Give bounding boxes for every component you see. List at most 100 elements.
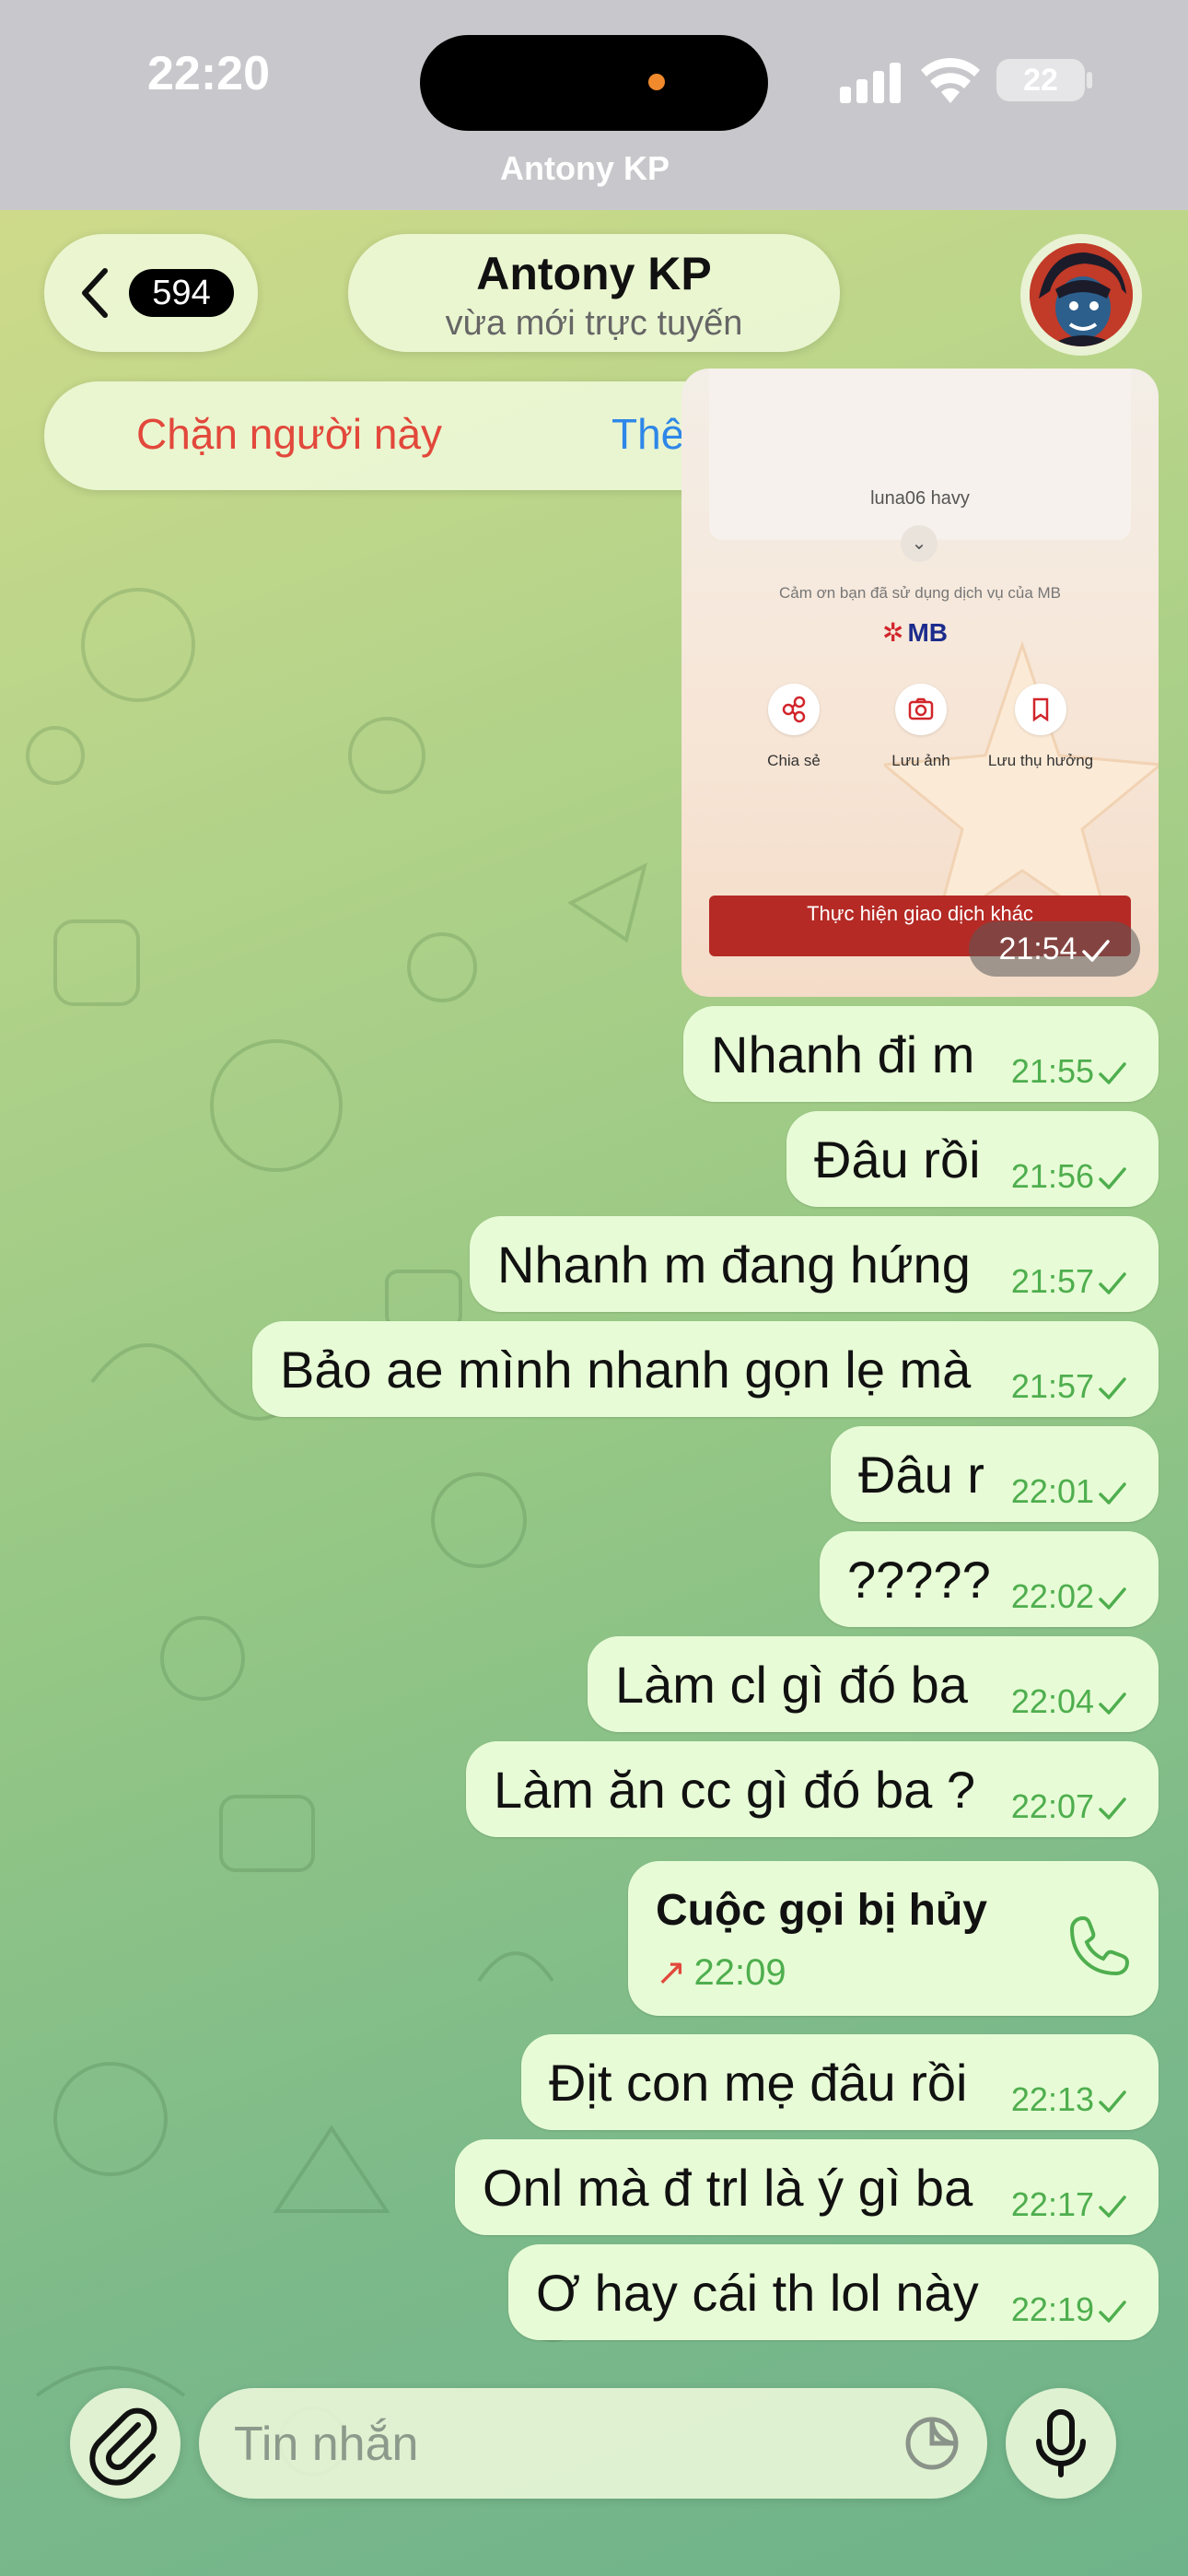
message-bubble[interactable]: ????? 22:02: [820, 1531, 1159, 1627]
message-time-text: 22:13: [1010, 2080, 1094, 2118]
message-bubble[interactable]: Onl mà đ trl là ý gì ba 22:17: [455, 2139, 1159, 2235]
message-bubble[interactable]: Nhanh m đang hứng 21:57: [470, 1216, 1159, 1312]
status-chat-title: Antony KP: [500, 149, 670, 187]
message-bubble[interactable]: Đâu r 22:01: [831, 1426, 1159, 1522]
dynamic-island: [420, 35, 768, 131]
cellular-signal-icon: [840, 63, 901, 103]
receipt-action-label: Lưu ảnh: [891, 752, 950, 769]
message-text: Làm ăn cc gì đó ba ?: [494, 1761, 976, 1819]
message-text: Đâu r: [858, 1446, 984, 1504]
message-input[interactable]: [232, 2408, 880, 2480]
camera-icon: [895, 684, 947, 735]
message-text: Đâu rồi: [814, 1130, 981, 1188]
avatar[interactable]: [1020, 234, 1142, 356]
message-text: Onl mà đ trl là ý gì ba: [483, 2159, 973, 2217]
message-text: Làm cl gì đó ba: [615, 1656, 968, 1714]
call-status-title: Cuộc gọi bị hủy: [656, 1886, 987, 1935]
message-bubble[interactable]: Nhanh đi m 21:55: [683, 1006, 1159, 1102]
check-icon: [1099, 2195, 1126, 2219]
message-time-text: 22:17: [1010, 2185, 1094, 2223]
phone-icon[interactable]: [1066, 1909, 1133, 1975]
message-time: 21:56: [1011, 1157, 1127, 1196]
microphone-icon: [1036, 2409, 1086, 2477]
receipt-share-action: Chia sẻ: [739, 684, 849, 770]
recording-indicator: [648, 74, 665, 90]
message-time-text: 22:02: [1010, 1577, 1094, 1615]
cancelled-call-bubble[interactable]: Cuộc gọi bị hủy ↗ 22:09: [628, 1861, 1159, 2016]
receipt-thanks-text: Cảm ơn bạn đã sử dụng dịch vụ của MB: [778, 584, 1062, 602]
contact-status: vừa mới trực tuyến: [445, 304, 743, 343]
message-text: Ơ hay cái th lol này: [536, 2264, 979, 2322]
message-time: 22:13: [1011, 2080, 1127, 2119]
message-input-container: [199, 2388, 987, 2499]
battery-level: 22: [1023, 63, 1058, 98]
bank-name: MB: [907, 618, 949, 647]
receipt-recipient: luna06 havy: [870, 488, 970, 509]
message-time: 22:19: [1011, 2290, 1127, 2329]
check-icon: [1099, 1167, 1126, 1190]
message-time-text: 22:07: [1010, 1787, 1094, 1825]
status-time: 22:20: [147, 47, 270, 100]
message-time-text: 22:04: [1010, 1682, 1094, 1720]
sticker-icon[interactable]: [903, 2414, 961, 2473]
battery-indicator: 22: [996, 59, 1085, 101]
message-time: 21:57: [1011, 1367, 1127, 1406]
message-text: ?????: [847, 1551, 991, 1609]
message-bubble[interactable]: Làm ăn cc gì đó ba ? 22:07: [466, 1741, 1159, 1837]
wifi-icon: [921, 58, 980, 103]
message-bubble[interactable]: Địt con mẹ đâu rồi 22:13: [521, 2034, 1159, 2130]
receipt-time-text: 21:54: [998, 931, 1077, 966]
unread-count-badge: 594: [129, 269, 234, 317]
check-icon: [1099, 1272, 1126, 1295]
chat-title[interactable]: Antony KP vừa mới trực tuyến: [348, 234, 840, 352]
message-text: Nhanh đi m: [711, 1025, 975, 1083]
check-icon: [1099, 1377, 1126, 1400]
chevron-down-icon: ⌄: [901, 525, 938, 562]
check-icon: [1099, 1482, 1126, 1505]
bookmark-icon: [1015, 684, 1066, 735]
message-time: 22:02: [1011, 1577, 1127, 1616]
call-time-text: 22:09: [693, 1952, 786, 1993]
star-watermark-icon: [884, 640, 1159, 934]
avatar-image: [1030, 243, 1133, 346]
microphone-button[interactable]: [1006, 2388, 1116, 2499]
check-icon: [1099, 1062, 1126, 1085]
message-time: 21:54: [969, 921, 1140, 977]
message-bubble[interactable]: Ơ hay cái th lol này 22:19: [508, 2244, 1159, 2340]
mb-bank-logo: ✲ MB: [882, 618, 949, 647]
transfer-receipt-image[interactable]: luna06 havy ⌄ Cảm ơn bạn đã sử dụng dịch…: [681, 369, 1159, 997]
message-time-text: 21:57: [1010, 1367, 1094, 1405]
share-icon: [768, 684, 820, 735]
battery-cap: [1087, 72, 1092, 88]
check-icon: [1099, 1797, 1126, 1821]
call-time: ↗ 22:09: [656, 1951, 786, 1994]
message-time: 22:04: [1011, 1682, 1127, 1721]
attach-button[interactable]: [70, 2388, 181, 2499]
message-time: 21:57: [1011, 1262, 1127, 1301]
block-user-button[interactable]: Chặn người này: [136, 409, 442, 459]
message-bubble[interactable]: Làm cl gì đó ba 22:04: [588, 1636, 1159, 1732]
receipt-recipient-field: luna06 havy: [709, 369, 1131, 540]
message-time: 22:17: [1011, 2185, 1127, 2224]
message-time: 21:55: [1011, 1052, 1127, 1091]
message-bubble[interactable]: Đâu rồi 21:56: [786, 1111, 1159, 1207]
receipt-save-image-action: Lưu ảnh: [866, 684, 976, 770]
check-icon: [1099, 1692, 1126, 1715]
receipt-action-label: Chia sẻ: [767, 752, 821, 769]
outgoing-arrow-icon: ↗: [656, 1952, 687, 1993]
check-icon: [1099, 2090, 1126, 2113]
receipt-save-beneficiary-action: Lưu thụ hưởng: [985, 684, 1096, 770]
message-time: 22:07: [1011, 1787, 1127, 1826]
check-icon: [1099, 1587, 1126, 1610]
message-time-text: 22:01: [1010, 1472, 1094, 1510]
message-bubble[interactable]: Bảo ae mình nhanh gọn lẹ mà 21:57: [252, 1321, 1159, 1417]
message-time-text: 21:55: [1010, 1052, 1094, 1090]
message-text: Nhanh m đang hứng: [497, 1235, 971, 1294]
message-text: Bảo ae mình nhanh gọn lẹ mà: [280, 1341, 972, 1399]
message-time: 22:01: [1011, 1472, 1127, 1511]
message-time-text: 21:57: [1010, 1262, 1094, 1300]
chevron-left-icon: [82, 268, 108, 318]
receipt-action-label: Lưu thụ hưởng: [987, 752, 1094, 769]
back-button[interactable]: 594: [44, 234, 258, 352]
contact-name: Antony KP: [476, 248, 712, 299]
